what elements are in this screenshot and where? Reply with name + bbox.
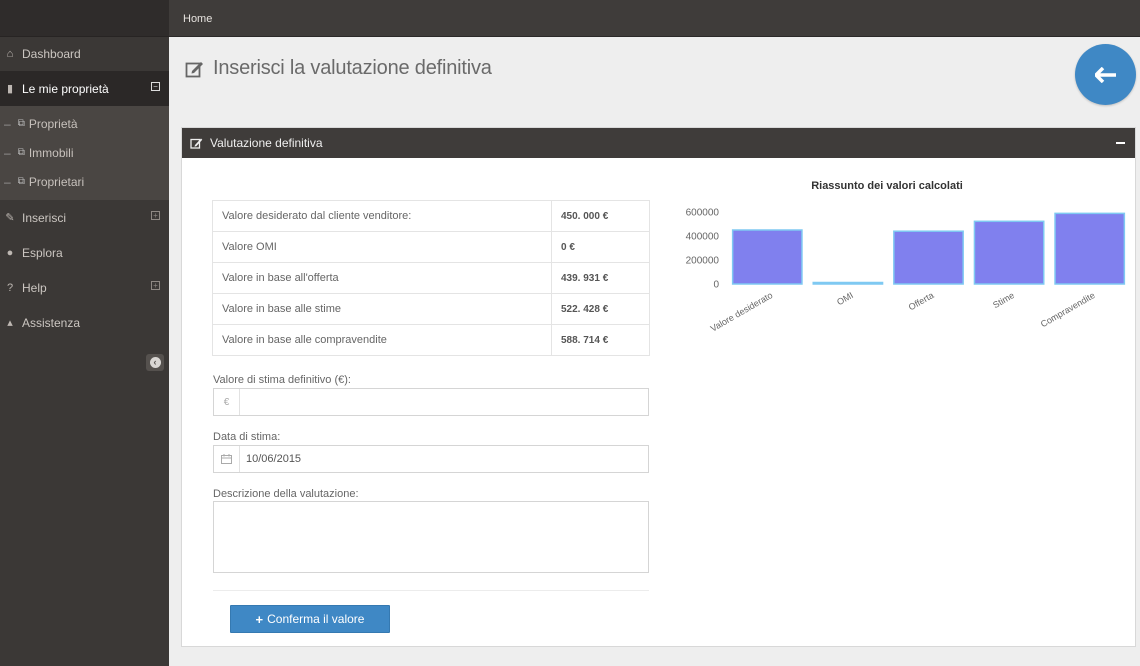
y-tick-label: 0 bbox=[713, 280, 719, 291]
sidebar-item-esplora[interactable]: ● Esplora bbox=[0, 235, 169, 270]
main-content: Inserisci la valutazione definitiva Valu… bbox=[169, 37, 1140, 666]
sidebar-submenu: – ⧉ Proprietà – ⧉ Immobili – ⧉ Proprieta… bbox=[0, 106, 169, 200]
x-tick-label: Compravendite bbox=[1039, 290, 1097, 329]
x-tick-label: Stime bbox=[991, 290, 1016, 310]
data-stima-label: Data di stima: bbox=[213, 431, 281, 443]
table-cell-value: 588. 714 € bbox=[551, 324, 650, 356]
chart-bar bbox=[731, 229, 803, 285]
table-cell-label: Valore OMI bbox=[212, 231, 552, 263]
values-table: Valore desiderato dal cliente venditore:… bbox=[212, 200, 650, 356]
panel-header: Valutazione definitiva bbox=[182, 128, 1135, 158]
sidebar-item-label: Inserisci bbox=[22, 210, 67, 225]
sidebar-subitem-immobili[interactable]: – ⧉ Immobili bbox=[0, 138, 169, 167]
help-icon: ? bbox=[6, 281, 14, 294]
table-cell-label: Valore in base alle compravendite bbox=[212, 324, 552, 356]
x-tick-label: Valore desiderato bbox=[709, 290, 775, 334]
sidebar-item-assistenza[interactable]: ▴ Assistenza bbox=[0, 305, 169, 340]
confirm-button-label: Conferma il valore bbox=[267, 612, 365, 626]
summary-chart: Riassunto dei valori calcolati 600000 400… bbox=[662, 168, 1132, 348]
sidebar-subitem-label: Proprietari bbox=[28, 174, 85, 189]
euro-icon: € bbox=[214, 389, 240, 415]
table-cell-value: 450. 000 € bbox=[551, 200, 650, 232]
valutazione-panel: Valutazione definitiva Valore desiderato… bbox=[181, 127, 1136, 647]
sidebar-header bbox=[0, 0, 169, 37]
sidebar-collapse-button[interactable]: ‹ bbox=[146, 354, 164, 371]
sidebar-item-label: Le mie proprietà bbox=[22, 81, 109, 96]
arrow-left-icon bbox=[1094, 66, 1116, 83]
table-row: Valore OMI 0 € bbox=[212, 231, 650, 263]
chart-title: Riassunto dei valori calcolati bbox=[811, 180, 963, 192]
y-tick-label: 600000 bbox=[686, 208, 720, 219]
data-stima-input[interactable]: 10/06/2015 bbox=[213, 445, 649, 473]
collapse-toggle-icon[interactable]: − bbox=[151, 82, 160, 91]
divider bbox=[213, 590, 649, 591]
data-stima-value[interactable]: 10/06/2015 bbox=[240, 453, 301, 465]
stima-input[interactable]: € bbox=[213, 388, 649, 416]
sidebar-item-dashboard[interactable]: ⌂ Dashboard bbox=[0, 37, 169, 71]
edit-icon bbox=[190, 138, 203, 149]
y-tick-label: 400000 bbox=[686, 232, 720, 243]
y-tick-label: 200000 bbox=[686, 256, 720, 267]
table-row: Valore in base alle stime 522. 428 € bbox=[212, 293, 650, 325]
sidebar-item-label: Assistenza bbox=[22, 315, 81, 330]
calendar-icon bbox=[214, 446, 240, 472]
chart-bar bbox=[1054, 212, 1126, 285]
plus-icon: + bbox=[255, 611, 264, 627]
sidebar-item-inserisci[interactable]: ✎ Inserisci + bbox=[0, 200, 169, 235]
copy-icon: ⧉ bbox=[17, 176, 25, 187]
x-tick-label: OMI bbox=[835, 290, 855, 307]
sidebar-subitem-proprietari[interactable]: – ⧉ Proprietari bbox=[0, 167, 169, 196]
descrizione-textarea[interactable] bbox=[213, 501, 649, 573]
back-button[interactable] bbox=[1075, 44, 1136, 105]
page-title-text: Inserisci la valutazione definitiva bbox=[213, 57, 492, 79]
copy-icon: ⧉ bbox=[17, 147, 25, 158]
expand-toggle-icon[interactable]: + bbox=[151, 211, 160, 220]
table-cell-value: 522. 428 € bbox=[551, 293, 650, 325]
table-cell-label: Valore in base alle stime bbox=[212, 293, 552, 325]
chart-bar bbox=[893, 230, 964, 285]
building-icon: ▮ bbox=[6, 83, 14, 95]
arrow-left-circle-icon: ‹ bbox=[149, 357, 161, 368]
breadcrumb[interactable]: Home bbox=[183, 13, 212, 25]
pencil-icon: ✎ bbox=[5, 212, 15, 224]
panel-title: Valutazione definitiva bbox=[210, 136, 323, 150]
table-row: Valore in base alle compravendite 588. 7… bbox=[212, 324, 650, 356]
home-icon: ⌂ bbox=[6, 48, 14, 60]
table-cell-label: Valore desiderato dal cliente venditore: bbox=[212, 200, 552, 232]
sidebar-item-label: Dashboard bbox=[22, 47, 81, 61]
stima-label: Valore di stima definitivo (€): bbox=[213, 374, 351, 386]
chart-bar bbox=[812, 281, 884, 285]
x-tick-label: Offerta bbox=[907, 290, 936, 312]
table-cell-value: 0 € bbox=[551, 231, 650, 263]
sidebar-subitem-label: Immobili bbox=[28, 145, 74, 160]
sidebar-item-help[interactable]: ? Help + bbox=[0, 270, 169, 305]
table-cell-value: 439. 931 € bbox=[551, 262, 650, 294]
sidebar-item-label: Help bbox=[22, 280, 47, 295]
table-cell-label: Valore in base all'offerta bbox=[212, 262, 552, 294]
minimize-icon[interactable] bbox=[1116, 142, 1125, 144]
chart-bar bbox=[973, 220, 1045, 285]
edit-icon bbox=[185, 61, 203, 77]
bar-chart: Riassunto dei valori calcolati 600000 400… bbox=[686, 180, 1126, 334]
user-icon: ▴ bbox=[7, 317, 13, 329]
compass-icon: ● bbox=[6, 246, 14, 259]
table-row: Valore in base all'offerta 439. 931 € bbox=[212, 262, 650, 294]
page-title: Inserisci la valutazione definitiva bbox=[185, 57, 492, 80]
sidebar-item-label: Esplora bbox=[22, 245, 63, 260]
descrizione-label: Descrizione della valutazione: bbox=[213, 488, 359, 500]
copy-icon: ⧉ bbox=[17, 118, 25, 129]
topbar: Home bbox=[169, 0, 1140, 37]
table-row: Valore desiderato dal cliente venditore:… bbox=[212, 200, 650, 232]
confirm-button[interactable]: + Conferma il valore bbox=[230, 605, 390, 633]
expand-toggle-icon[interactable]: + bbox=[151, 281, 160, 290]
sidebar-subitem-label: Proprietà bbox=[28, 116, 78, 131]
sidebar-subitem-proprieta[interactable]: – ⧉ Proprietà bbox=[0, 109, 169, 138]
sidebar: ⌂ Dashboard ▮ Le mie proprietà − – ⧉ Pro… bbox=[0, 0, 169, 666]
sidebar-item-le-mie-proprieta[interactable]: ▮ Le mie proprietà − bbox=[0, 71, 169, 106]
